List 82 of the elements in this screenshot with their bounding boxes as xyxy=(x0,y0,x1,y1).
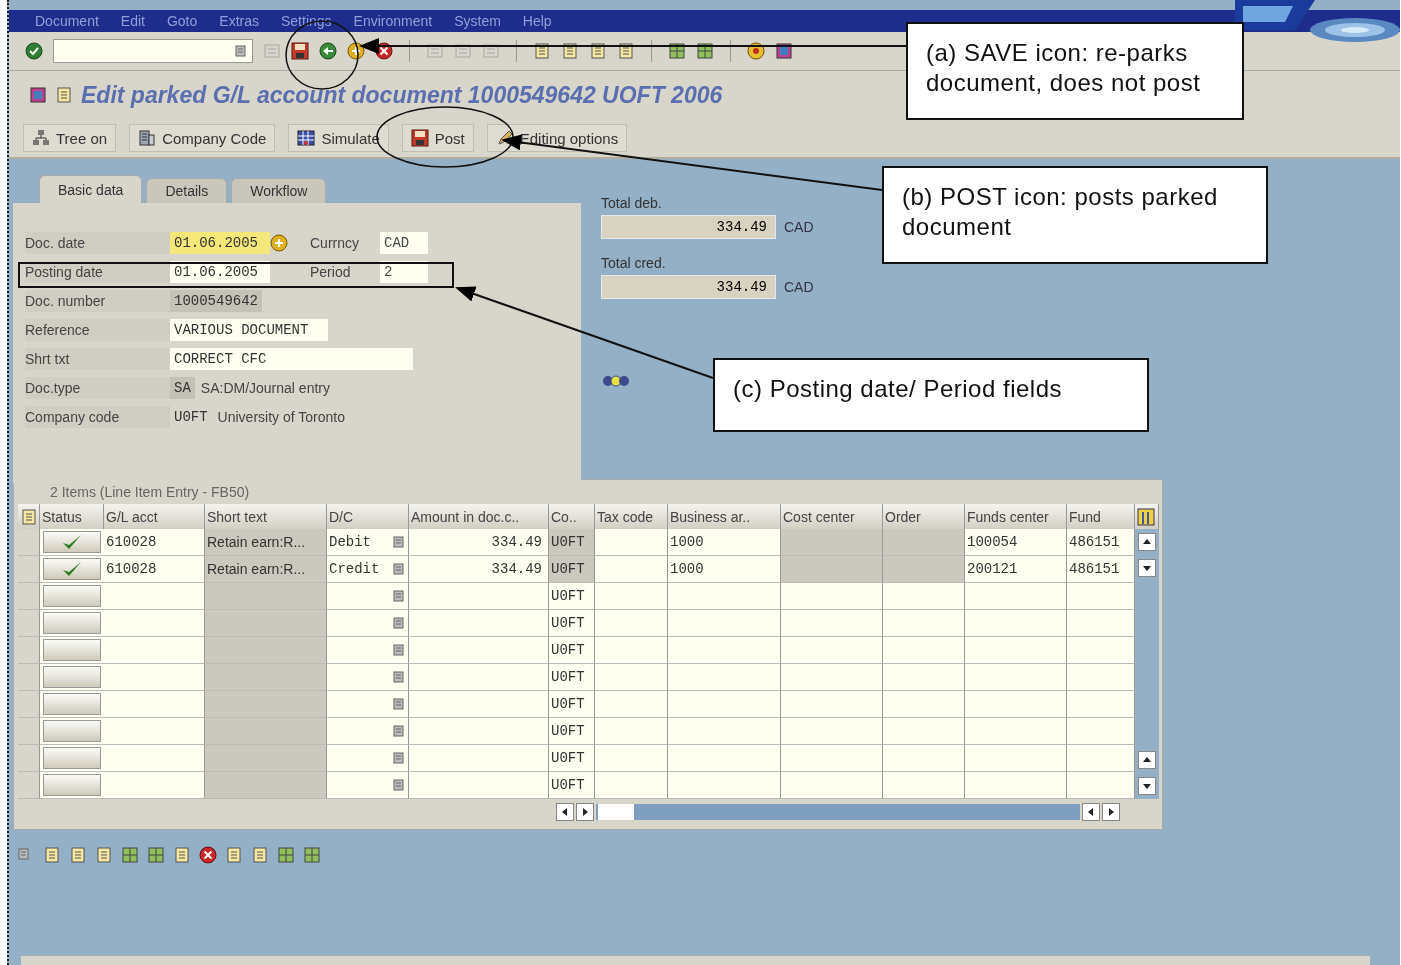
table-cell: Debit xyxy=(327,529,389,556)
input-field[interactable]: VARIOUS DOCUMENT xyxy=(170,319,328,341)
field-label: Company code xyxy=(25,406,170,428)
menu-item[interactable]: Goto xyxy=(166,13,198,29)
column-header[interactable]: Short text xyxy=(205,504,327,529)
field-value: 1000549642 xyxy=(170,290,262,312)
table-cell: 486151 xyxy=(1067,529,1135,556)
total-label: Total deb. xyxy=(601,195,663,211)
callout-box: (b) POST icon: posts parked document xyxy=(882,166,1268,264)
menu-item[interactable]: Environment xyxy=(353,13,433,29)
toolbar-button[interactable]: Tree on xyxy=(23,124,117,152)
menu-item[interactable]: Settings xyxy=(281,13,332,29)
menu-item[interactable]: Edit xyxy=(120,13,145,29)
column-header[interactable]: Business ar.. xyxy=(668,504,781,529)
toolbar-button[interactable]: Company Code xyxy=(129,124,276,152)
table-cell: 486151 xyxy=(1067,556,1135,583)
column-header[interactable]: Funds center xyxy=(965,504,1067,529)
menu-item[interactable]: Help xyxy=(522,13,552,29)
column-header[interactable]: Fund xyxy=(1067,504,1135,529)
field-label: Period xyxy=(310,264,352,280)
tab[interactable]: Basic data xyxy=(39,175,143,203)
table-cell: U0FT xyxy=(549,664,595,691)
column-header[interactable]: Cost center xyxy=(781,504,883,529)
table-cell: U0FT xyxy=(549,583,595,610)
table-title: 2 Items (Line Item Entry - FB50) xyxy=(49,483,251,502)
field-label: Currncy xyxy=(310,235,360,251)
currency-label: CAD xyxy=(784,279,814,295)
field-label: Reference xyxy=(25,319,170,341)
total-label: Total cred. xyxy=(601,255,667,271)
tab[interactable]: Details xyxy=(146,178,228,203)
table-cell: U0FT xyxy=(549,556,595,583)
table-cell: Retain earn:R... xyxy=(205,556,327,583)
screen-title: Edit parked G/L account document 1000549642 UOFT 2006 xyxy=(81,81,723,109)
column-header[interactable]: D/C xyxy=(327,504,409,529)
column-header[interactable]: G/L acct xyxy=(104,504,205,529)
input-field[interactable]: 01.06.2005 xyxy=(170,232,270,254)
table-cell: U0FT xyxy=(549,691,595,718)
callout-box: (c) Posting date/ Period fields xyxy=(713,358,1149,432)
table-cell: U0FT xyxy=(549,718,595,745)
column-header[interactable]: Co.. xyxy=(549,504,595,529)
toolbar-button[interactable]: Editing options xyxy=(486,124,628,152)
input-field[interactable]: CAD xyxy=(380,232,428,254)
toolbar-button[interactable]: Post xyxy=(401,124,474,152)
total-value: 334.49 xyxy=(601,215,776,239)
table-cell: U0FT xyxy=(549,529,595,556)
table-cell: 610028 xyxy=(104,529,205,556)
field-description: University of Toronto xyxy=(217,409,345,425)
field-label: Posting date xyxy=(25,261,170,283)
menu-item[interactable]: System xyxy=(454,13,501,29)
menu-item[interactable]: Extras xyxy=(219,13,259,29)
menu-item[interactable]: Document xyxy=(35,13,99,29)
field-label: Doc.type xyxy=(25,377,170,399)
table-cell: 1000 xyxy=(668,529,781,556)
field-label: Shrt txt xyxy=(25,348,170,370)
table-cell: 100054 xyxy=(965,529,1067,556)
table-cell: U0FT xyxy=(549,772,595,799)
column-header[interactable]: Order xyxy=(883,504,965,529)
callout-box: (a) SAVE icon: re-parks document, does not post xyxy=(906,22,1244,120)
column-header[interactable]: Amount in doc.c.. xyxy=(409,504,549,529)
table-cell: 334.49 xyxy=(409,556,549,583)
table-cell: 1000 xyxy=(668,556,781,583)
table-cell: 200121 xyxy=(965,556,1067,583)
currency-label: CAD xyxy=(784,219,814,235)
table-cell: Credit xyxy=(327,556,389,583)
table-cell: Retain earn:R... xyxy=(205,529,327,556)
field-description: SA:DM/Journal entry xyxy=(200,380,330,396)
table-cell: U0FT xyxy=(549,610,595,637)
table-cell: U0FT xyxy=(549,745,595,772)
table-cell: 334.49 xyxy=(409,529,549,556)
input-field[interactable]: CORRECT CFC xyxy=(170,348,413,370)
column-header[interactable]: Status xyxy=(40,504,104,529)
field-value: SA xyxy=(170,377,195,399)
field-label: Doc. date xyxy=(25,232,170,254)
table-cell: U0FT xyxy=(549,637,595,664)
input-field[interactable]: 01.06.2005 xyxy=(170,261,270,283)
total-value: 334.49 xyxy=(601,275,776,299)
tab[interactable]: Workflow xyxy=(231,178,327,203)
field-label: Doc. number xyxy=(25,290,170,312)
input-field[interactable]: 2 xyxy=(380,261,428,283)
column-header[interactable]: Tax code xyxy=(595,504,668,529)
table-cell: 610028 xyxy=(104,556,205,583)
field-value: U0FT xyxy=(173,408,209,427)
